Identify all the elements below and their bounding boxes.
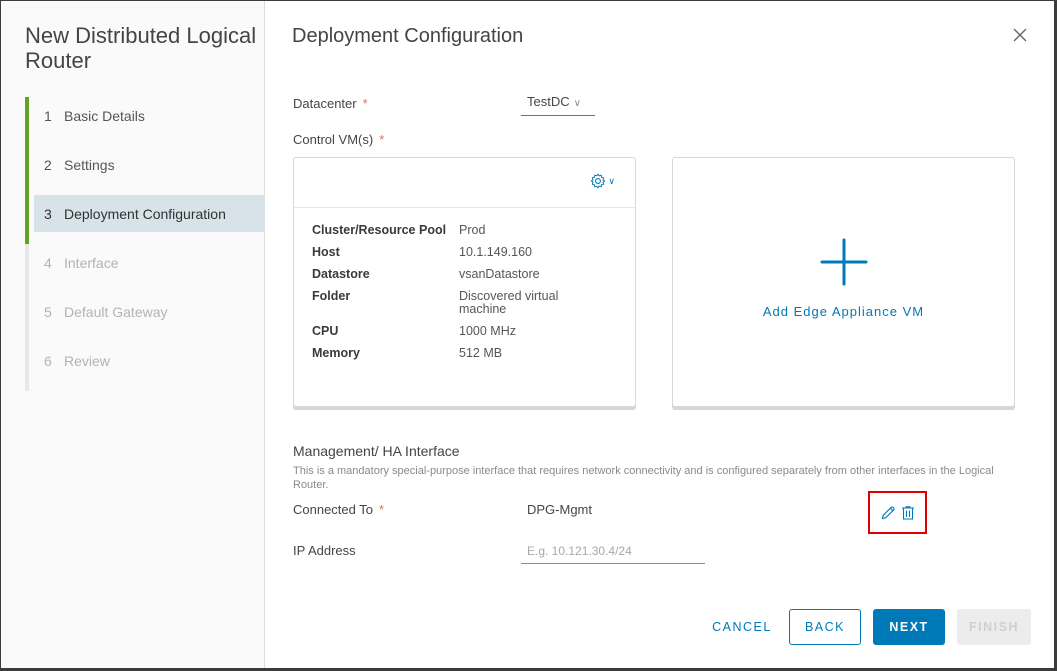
- property-value: 10.1.149.160: [459, 245, 532, 259]
- ip-address-input[interactable]: [521, 539, 705, 564]
- connected-to-value: DPG-Mgmt: [527, 502, 592, 517]
- trash-icon: [901, 505, 914, 520]
- control-vm-label: Control VM(s) *: [293, 132, 384, 147]
- property-row: CPU 1000 MHz: [312, 325, 622, 338]
- close-icon[interactable]: [1011, 26, 1029, 44]
- step-label: Default Gateway: [64, 303, 168, 320]
- step-interface: 4 Interface: [34, 244, 265, 281]
- step-settings[interactable]: 2 Settings: [34, 146, 265, 183]
- wizard-dialog: New Distributed Logical Router 1 Basic D…: [1, 1, 1054, 668]
- step-default-gateway: 5 Default Gateway: [34, 293, 265, 330]
- step-label: Deployment Configuration: [64, 205, 226, 222]
- property-row: Host 10.1.149.160: [312, 246, 622, 259]
- add-edge-appliance-vm-card[interactable]: Add Edge Appliance VM: [672, 157, 1015, 407]
- chevron-down-icon: ∨: [608, 175, 615, 186]
- step-label: Interface: [64, 254, 119, 271]
- datacenter-label: Datacenter *: [293, 96, 368, 111]
- step-number: 3: [44, 205, 52, 222]
- ip-address-label: IP Address: [293, 543, 356, 558]
- finish-button: FINISH: [957, 609, 1031, 645]
- plus-icon: [820, 238, 867, 286]
- step-label: Basic Details: [64, 107, 145, 124]
- property-key: Datastore: [312, 267, 370, 281]
- property-row: Memory 512 MB: [312, 347, 622, 360]
- step-review: 6 Review: [34, 342, 265, 379]
- required-mark: *: [379, 502, 385, 517]
- step-number: 1: [44, 107, 52, 124]
- step-number: 4: [44, 254, 52, 271]
- steps-progress-bar: [25, 97, 29, 244]
- connected-to-label-text: Connected To: [293, 502, 373, 517]
- card-actions-dropdown[interactable]: ∨: [590, 173, 615, 189]
- card-header: ∨: [294, 158, 635, 208]
- step-number: 6: [44, 352, 52, 369]
- wizard-sidebar: New Distributed Logical Router 1 Basic D…: [1, 1, 265, 668]
- wizard-title-text: New Distributed Logical Router: [25, 23, 257, 73]
- datacenter-label-text: Datacenter: [293, 96, 357, 111]
- vm-properties: Cluster/Resource Pool Prod Host 10.1.149…: [312, 224, 622, 369]
- connection-actions-highlight: [868, 491, 927, 534]
- next-button[interactable]: NEXT: [873, 609, 945, 645]
- step-deployment-configuration[interactable]: 3 Deployment Configuration: [34, 195, 265, 232]
- chevron-down-icon: ∨: [573, 98, 581, 109]
- gear-icon: [590, 173, 606, 189]
- required-mark: *: [362, 96, 368, 111]
- control-vm-label-text: Control VM(s): [293, 132, 374, 147]
- delete-connection-button[interactable]: [900, 505, 916, 521]
- property-value: Prod: [459, 223, 486, 237]
- back-button[interactable]: BACK: [789, 609, 861, 645]
- control-vm-card: ∨ Cluster/Resource Pool Prod Host 10.1.1…: [293, 157, 636, 407]
- connected-to-label: Connected To *: [293, 502, 384, 517]
- add-edge-appliance-vm-label: Add Edge Appliance VM: [762, 304, 925, 319]
- cancel-button[interactable]: CANCEL: [703, 609, 781, 645]
- mgmt-interface-title: Management/ HA Interface: [293, 443, 460, 459]
- property-key: Cluster/Resource Pool: [312, 223, 447, 237]
- wizard-content: Deployment Configuration Datacenter * Tes…: [265, 1, 1054, 668]
- property-row: Cluster/Resource Pool Prod: [312, 224, 622, 237]
- step-number: 5: [44, 303, 52, 320]
- property-key: CPU: [312, 324, 339, 338]
- property-key: Memory: [312, 346, 360, 360]
- property-value: 512 MB: [459, 346, 503, 360]
- property-value: Discovered virtual machine: [459, 289, 559, 316]
- property-row: Folder Discovered virtual machine: [312, 290, 622, 316]
- property-value: 1000 MHz: [459, 324, 516, 338]
- property-key: Folder: [312, 289, 351, 303]
- datacenter-value: TestDC: [527, 94, 570, 109]
- property-value: vsanDatastore: [459, 267, 540, 281]
- property-key: Host: [312, 245, 340, 259]
- step-number: 2: [44, 156, 52, 173]
- edit-connection-button[interactable]: [880, 505, 896, 521]
- wizard-steps: 1 Basic Details 2 Settings 3 Deployment …: [25, 97, 265, 391]
- step-basic-details[interactable]: 1 Basic Details: [34, 97, 265, 134]
- step-label: Settings: [64, 156, 115, 173]
- required-mark: *: [379, 132, 385, 147]
- property-row: Datastore vsanDatastore: [312, 268, 622, 281]
- step-label: Review: [64, 352, 110, 369]
- pencil-icon: [881, 505, 895, 519]
- mgmt-interface-description: This is a mandatory special-purpose inte…: [293, 465, 994, 491]
- page-title: Deployment Configuration: [292, 25, 524, 47]
- wizard-title: New Distributed Logical Router: [25, 23, 264, 73]
- datacenter-select[interactable]: TestDC ∨: [521, 92, 595, 116]
